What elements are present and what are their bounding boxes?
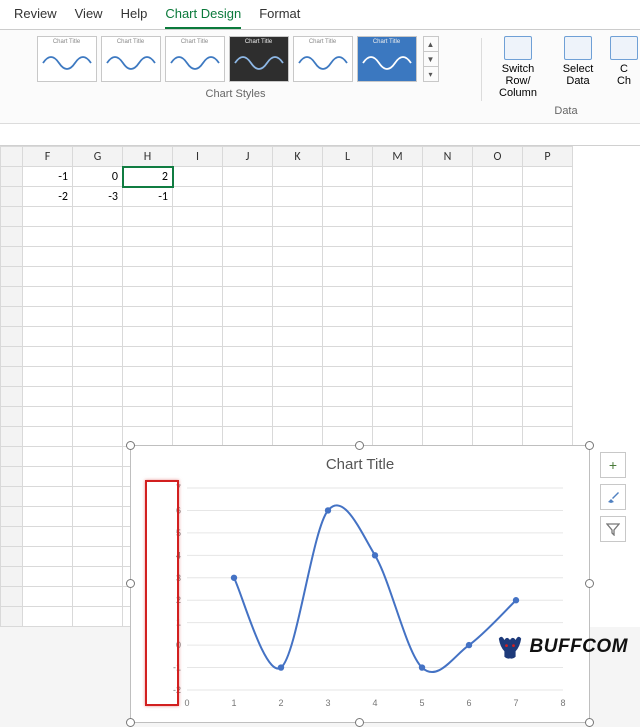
svg-text:0: 0 — [184, 698, 189, 708]
chart-style-1[interactable]: Chart Title — [37, 36, 97, 82]
svg-text:3: 3 — [176, 573, 181, 583]
group-label-data: Data — [554, 99, 577, 121]
svg-text:2: 2 — [278, 698, 283, 708]
svg-text:2: 2 — [176, 595, 181, 605]
watermark: BUFFCOM — [496, 633, 628, 661]
chart-elements-button[interactable]: + — [600, 452, 626, 478]
cell-G1[interactable]: 0 — [73, 167, 123, 187]
wave-icon — [361, 49, 415, 77]
svg-text:1: 1 — [231, 698, 236, 708]
chart-styles-button[interactable] — [600, 484, 626, 510]
gallery-down-icon[interactable]: ▼ — [424, 52, 438, 67]
tab-format[interactable]: Format — [259, 3, 300, 29]
tab-view[interactable]: View — [75, 3, 103, 29]
tab-chart-design[interactable]: Chart Design — [165, 3, 241, 29]
wave-icon — [41, 49, 95, 77]
gallery-more-icon[interactable]: ▾ — [424, 67, 438, 81]
resize-handle[interactable] — [585, 718, 594, 727]
gallery-up-icon[interactable]: ▲ — [424, 37, 438, 52]
col-N[interactable]: N — [423, 147, 473, 167]
svg-text:7: 7 — [513, 698, 518, 708]
cell-H2[interactable]: -1 — [123, 187, 173, 207]
chart-style-5[interactable]: Chart Title — [293, 36, 353, 82]
spreadsheet-grid[interactable]: F G H I J K L M N O P -1 0 2 -2 -3 -1 — [0, 146, 640, 627]
chart-filter-button[interactable] — [600, 516, 626, 542]
change-chart-icon — [610, 36, 638, 60]
resize-handle[interactable] — [126, 441, 135, 450]
svg-text:7: 7 — [176, 484, 181, 493]
col-K[interactable]: K — [273, 147, 323, 167]
funnel-icon — [606, 522, 620, 536]
tab-review[interactable]: Review — [14, 3, 57, 29]
select-data-button[interactable]: Select Data — [552, 36, 604, 99]
col-O[interactable]: O — [473, 147, 523, 167]
ribbon: Chart Title Chart Title Chart Title Char… — [0, 30, 640, 124]
wave-icon — [233, 49, 287, 77]
chart-plot-area[interactable]: 76543210-1-2012345678 — [161, 484, 571, 710]
group-label-styles: Chart Styles — [206, 82, 266, 104]
col-H[interactable]: H — [123, 147, 173, 167]
cell-H1[interactable]: 2 — [123, 167, 173, 187]
resize-handle[interactable] — [585, 441, 594, 450]
col-M[interactable]: M — [373, 147, 423, 167]
chart-style-2[interactable]: Chart Title — [101, 36, 161, 82]
chart-style-3[interactable]: Chart Title — [165, 36, 225, 82]
brush-icon — [606, 490, 620, 504]
col-J[interactable]: J — [223, 147, 273, 167]
change-chart-type-button[interactable]: C Ch — [612, 36, 636, 99]
chart-title[interactable]: Chart Title — [131, 446, 589, 477]
svg-text:6: 6 — [466, 698, 471, 708]
svg-text:-1: -1 — [173, 663, 181, 673]
svg-text:0: 0 — [176, 640, 181, 650]
wave-icon — [105, 49, 159, 77]
embedded-chart[interactable]: Chart Title 76543210-1-2012345678 — [130, 445, 590, 723]
svg-text:5: 5 — [176, 528, 181, 538]
col-P[interactable]: P — [523, 147, 573, 167]
svg-text:1: 1 — [176, 618, 181, 628]
gallery-scroll: ▲ ▼ ▾ — [423, 36, 439, 82]
svg-text:6: 6 — [176, 505, 181, 515]
cell-G2[interactable]: -3 — [73, 187, 123, 207]
resize-handle[interactable] — [355, 441, 364, 450]
svg-text:8: 8 — [560, 698, 565, 708]
switch-row-column-icon — [504, 36, 532, 60]
svg-text:4: 4 — [372, 698, 377, 708]
col-I[interactable]: I — [173, 147, 223, 167]
chart-side-buttons: + — [600, 452, 626, 542]
resize-handle[interactable] — [585, 579, 594, 588]
col-G[interactable]: G — [73, 147, 123, 167]
formula-bar[interactable] — [0, 124, 640, 146]
col-F[interactable]: F — [23, 147, 73, 167]
svg-text:3: 3 — [325, 698, 330, 708]
chart-styles-gallery: Chart Title Chart Title Chart Title Char… — [33, 36, 439, 82]
select-data-icon — [564, 36, 592, 60]
svg-text:4: 4 — [176, 550, 181, 560]
plus-icon: + — [609, 457, 617, 473]
resize-handle[interactable] — [355, 718, 364, 727]
ribbon-tabs: Review View Help Chart Design Format — [0, 0, 640, 30]
wave-icon — [297, 49, 351, 77]
tab-help[interactable]: Help — [121, 3, 148, 29]
cell-F1[interactable]: -1 — [23, 167, 73, 187]
wave-icon — [169, 49, 223, 77]
cell-F2[interactable]: -2 — [23, 187, 73, 207]
svg-text:5: 5 — [419, 698, 424, 708]
bull-icon — [496, 633, 524, 661]
switch-row-column-button[interactable]: Switch Row/ Column — [492, 36, 544, 99]
resize-handle[interactable] — [126, 718, 135, 727]
chart-style-4[interactable]: Chart Title — [229, 36, 289, 82]
resize-handle[interactable] — [126, 579, 135, 588]
svg-text:-2: -2 — [173, 685, 181, 695]
chart-style-6[interactable]: Chart Title — [357, 36, 417, 82]
col-L[interactable]: L — [323, 147, 373, 167]
